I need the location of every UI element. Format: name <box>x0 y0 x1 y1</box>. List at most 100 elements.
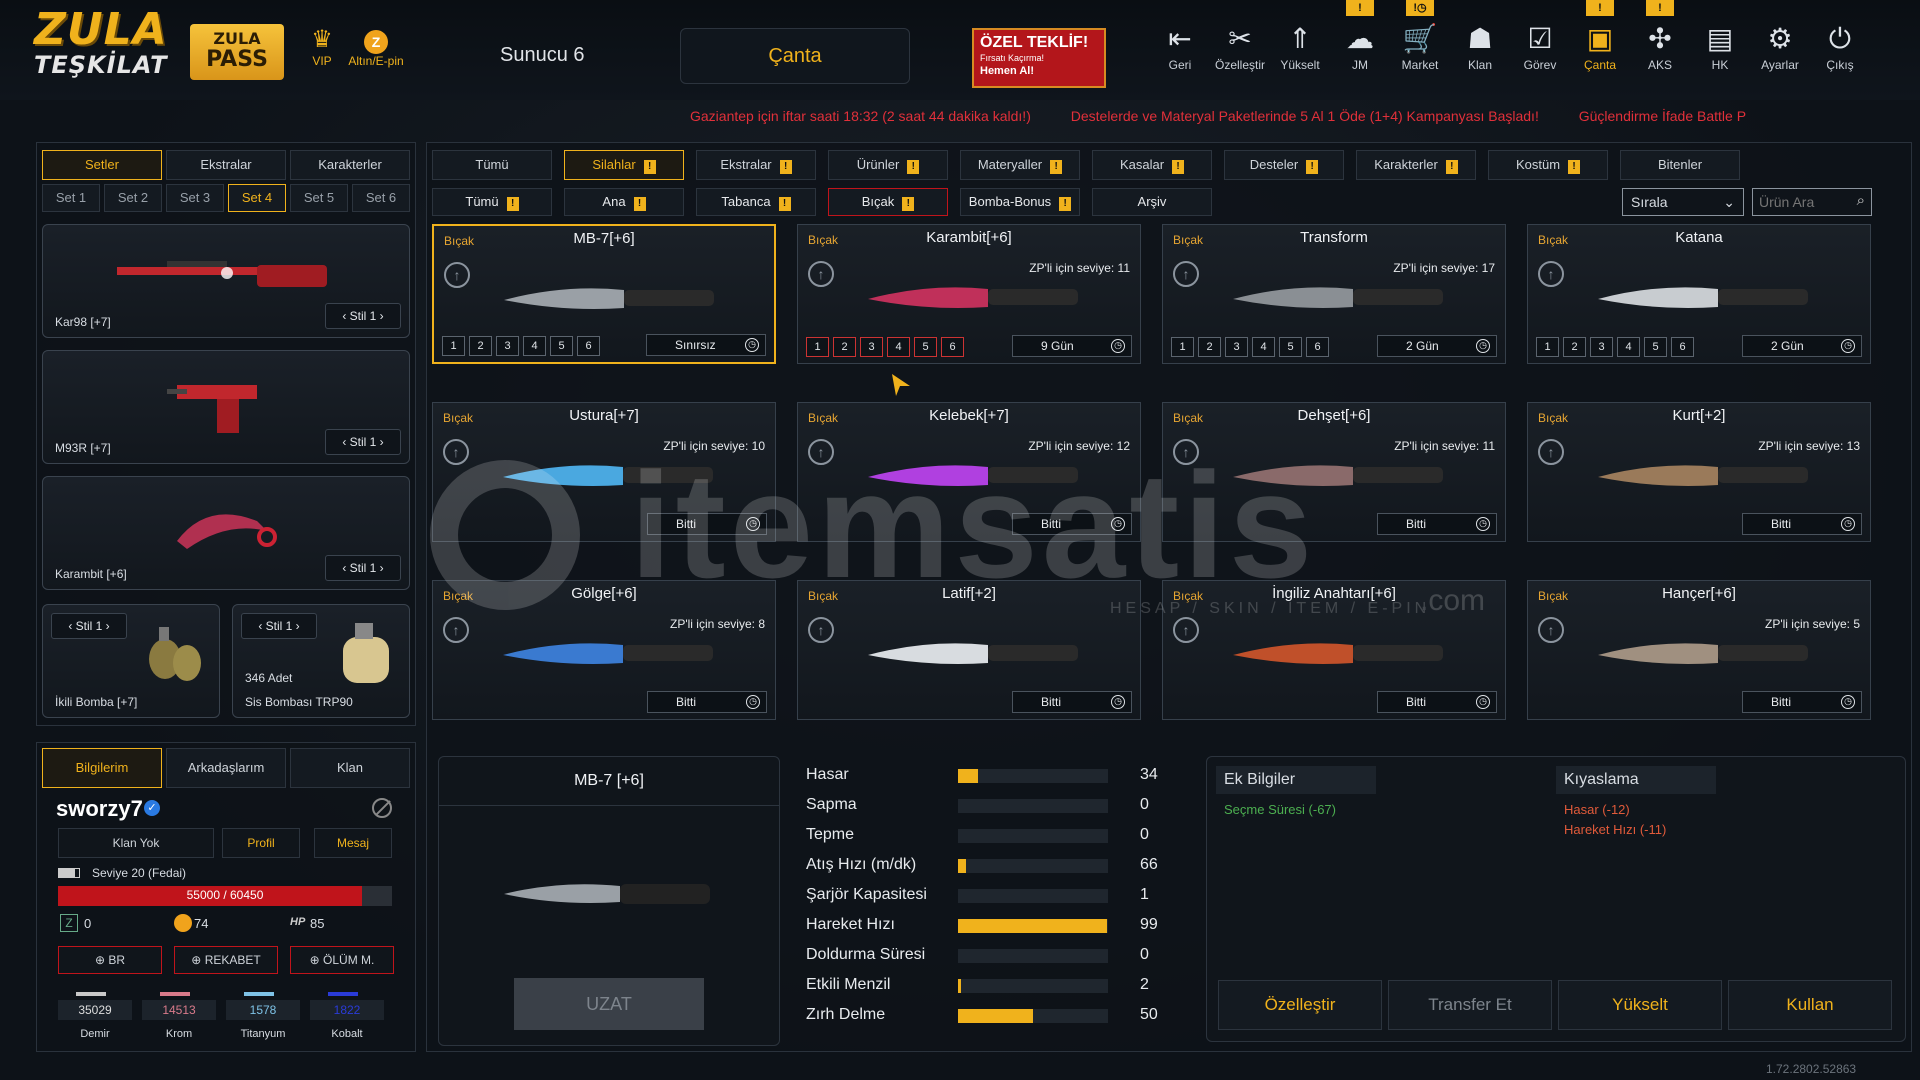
yukselt-button[interactable]: Yükselt <box>1558 980 1722 1030</box>
tier-button[interactable]: 6 <box>941 337 964 357</box>
item-card[interactable]: Bıçak Ustura[+7] ZP'li için seviye: 10 ↑ Bit… <box>432 402 776 542</box>
tier-button[interactable]: 4 <box>1617 337 1640 357</box>
tab-arkadaslarim[interactable]: Arkadaşlarım <box>166 748 286 788</box>
item-card[interactable]: Bıçak MB-7[+6] ↑ 1 2 3 4 5 6 Sınırsız ◷ <box>432 224 776 364</box>
stil-selector[interactable]: ‹ Stil 1 › <box>325 303 401 329</box>
item-card[interactable]: Bıçak Karambit[+6] ZP'li için seviye: 11 ↑ 1… <box>797 224 1141 364</box>
tier-button[interactable]: 3 <box>496 336 519 356</box>
set-tab-1[interactable]: Set 1 <box>42 184 100 212</box>
tab-ekstralar[interactable]: Ekstralar <box>166 150 286 180</box>
bomb-item-sis[interactable]: ‹ Stil 1 › 346 Adet Sis Bombası TRP90 <box>232 604 410 718</box>
filter-tab-3[interactable]: Ürünler! <box>828 150 948 180</box>
nav-cart-button[interactable]: !◷ 🛒 Market <box>1392 0 1448 72</box>
item-card[interactable]: Bıçak Latif[+2] ↑ Bitti ◷ <box>797 580 1141 720</box>
upgrade-arrow-icon[interactable]: ↑ <box>1538 439 1564 465</box>
altin-epin-button[interactable]: Z Altın/E-pin <box>340 26 412 68</box>
tier-button[interactable]: 5 <box>1279 337 1302 357</box>
bomb-item-ikili[interactable]: ‹ Stil 1 › İkili Bomba [+7] <box>42 604 220 718</box>
vip-button[interactable]: ♛ VIP <box>304 26 340 68</box>
tier-button[interactable]: 2 <box>833 337 856 357</box>
filter-tab-4[interactable]: Materyaller! <box>960 150 1080 180</box>
uzat-button[interactable]: UZAT <box>514 978 704 1030</box>
item-card[interactable]: Bıçak Kurt[+2] ZP'li için seviye: 13 ↑ Bitti… <box>1527 402 1871 542</box>
filter-tab-5[interactable]: Kasalar! <box>1092 150 1212 180</box>
nav-clan-button[interactable]: ☗ Klan <box>1452 22 1508 72</box>
upgrade-arrow-icon[interactable]: ↑ <box>1173 261 1199 287</box>
set-tab-4[interactable]: Set 4 <box>228 184 286 212</box>
tier-button[interactable]: 6 <box>1671 337 1694 357</box>
tab-karakterler[interactable]: Karakterler <box>290 150 410 180</box>
search-input[interactable] <box>1753 189 1847 215</box>
upgrade-arrow-icon[interactable]: ↑ <box>1538 617 1564 643</box>
nav-bag-button[interactable]: ! ▣ Çanta <box>1572 0 1628 72</box>
tier-button[interactable]: 6 <box>1306 337 1329 357</box>
tier-button[interactable]: 6 <box>577 336 600 356</box>
item-card[interactable]: Bıçak Dehşet[+6] ZP'li için seviye: 11 ↑ Bit… <box>1162 402 1506 542</box>
upgrade-arrow-icon[interactable]: ↑ <box>808 439 834 465</box>
filter-tab-7[interactable]: Karakterler! <box>1356 150 1476 180</box>
item-card[interactable]: Bıçak Hançer[+6] ZP'li için seviye: 5 ↑ Bitt… <box>1527 580 1871 720</box>
set-item-kar98[interactable]: Kar98 [+7] ‹ Stil 1 › <box>42 224 410 338</box>
upgrade-arrow-icon[interactable]: ↑ <box>444 262 470 288</box>
stil-selector[interactable]: ‹ Stil 1 › <box>325 429 401 455</box>
tier-button[interactable]: 2 <box>469 336 492 356</box>
tab-klan[interactable]: Klan <box>290 748 410 788</box>
stil-selector[interactable]: ‹ Stil 1 › <box>241 613 317 639</box>
tier-button[interactable]: 1 <box>806 337 829 357</box>
tab-bilgilerim[interactable]: Bilgilerim <box>42 748 162 788</box>
zula-pass-button[interactable]: ZULA PASS <box>190 24 284 80</box>
set-item-karambit[interactable]: Karambit [+6] ‹ Stil 1 › <box>42 476 410 590</box>
subfilter-tab-2[interactable]: Tabanca! <box>696 188 816 216</box>
tab-setler[interactable]: Setler <box>42 150 162 180</box>
tier-button[interactable]: 1 <box>442 336 465 356</box>
set-tab-6[interactable]: Set 6 <box>352 184 410 212</box>
mode-br-button[interactable]: ⊕ BR <box>58 946 162 974</box>
nav-aks-button[interactable]: ! ✣ AKS <box>1632 0 1688 72</box>
tier-button[interactable]: 5 <box>550 336 573 356</box>
tier-button[interactable]: 3 <box>860 337 883 357</box>
nav-jm-button[interactable]: ! ☁ JM <box>1332 0 1388 72</box>
nav-upgrade-button[interactable]: ⇑ Yükselt <box>1272 22 1328 72</box>
set-tab-5[interactable]: Set 5 <box>290 184 348 212</box>
tier-button[interactable]: 1 <box>1536 337 1559 357</box>
tier-button[interactable]: 5 <box>914 337 937 357</box>
tier-button[interactable]: 1 <box>1171 337 1194 357</box>
filter-tab-6[interactable]: Desteler! <box>1224 150 1344 180</box>
tier-button[interactable]: 5 <box>1644 337 1667 357</box>
tier-button[interactable]: 2 <box>1563 337 1586 357</box>
nav-tools-button[interactable]: ✂ Özelleştir <box>1212 22 1268 72</box>
mode-rekabet-button[interactable]: ⊕ REKABET <box>174 946 278 974</box>
set-item-m93r[interactable]: M93R [+7] ‹ Stil 1 › <box>42 350 410 464</box>
special-offer-button[interactable]: ÖZEL TEKLİF! Fırsatı Kaçırma! Hemen Al! <box>972 28 1106 88</box>
block-icon[interactable] <box>372 798 392 818</box>
filter-tab-2[interactable]: Ekstralar! <box>696 150 816 180</box>
subfilter-tab-0[interactable]: Tümü! <box>432 188 552 216</box>
tier-button[interactable]: 4 <box>1252 337 1275 357</box>
upgrade-arrow-icon[interactable]: ↑ <box>808 617 834 643</box>
tier-button[interactable]: 3 <box>1590 337 1613 357</box>
set-tab-2[interactable]: Set 2 <box>104 184 162 212</box>
subfilter-tab-4[interactable]: Bomba-Bonus! <box>960 188 1080 216</box>
nav-task-button[interactable]: ☑ Görev <box>1512 22 1568 72</box>
stil-selector[interactable]: ‹ Stil 1 › <box>325 555 401 581</box>
item-card[interactable]: Bıçak Transform ZP'li için seviye: 17 ↑ 1 2 3 4… <box>1162 224 1506 364</box>
ozellestir-button[interactable]: Özelleştir <box>1218 980 1382 1030</box>
kullan-button[interactable]: Kullan <box>1728 980 1892 1030</box>
tier-button[interactable]: 2 <box>1198 337 1221 357</box>
stil-selector[interactable]: ‹ Stil 1 › <box>51 613 127 639</box>
subfilter-tab-1[interactable]: Ana! <box>564 188 684 216</box>
tier-button[interactable]: 4 <box>523 336 546 356</box>
tier-button[interactable]: 4 <box>887 337 910 357</box>
filter-tab-1[interactable]: Silahlar! <box>564 150 684 180</box>
filter-tab-0[interactable]: Tümü <box>432 150 552 180</box>
nav-gear-button[interactable]: ⚙ Ayarlar <box>1752 22 1808 72</box>
nav-back-button[interactable]: ⇤ Geri <box>1152 22 1208 72</box>
item-card[interactable]: Bıçak Gölge[+6] ZP'li için seviye: 8 ↑ Bitti… <box>432 580 776 720</box>
set-tab-3[interactable]: Set 3 <box>166 184 224 212</box>
profil-button[interactable]: Profil <box>222 828 300 858</box>
upgrade-arrow-icon[interactable]: ↑ <box>443 439 469 465</box>
mode-olum-button[interactable]: ⊕ ÖLÜM M. <box>290 946 394 974</box>
nav-power-button[interactable]: ⏻ Çıkış <box>1812 22 1868 72</box>
subfilter-tab-5[interactable]: Arşiv <box>1092 188 1212 216</box>
filter-tab-9[interactable]: Bitenler <box>1620 150 1740 180</box>
